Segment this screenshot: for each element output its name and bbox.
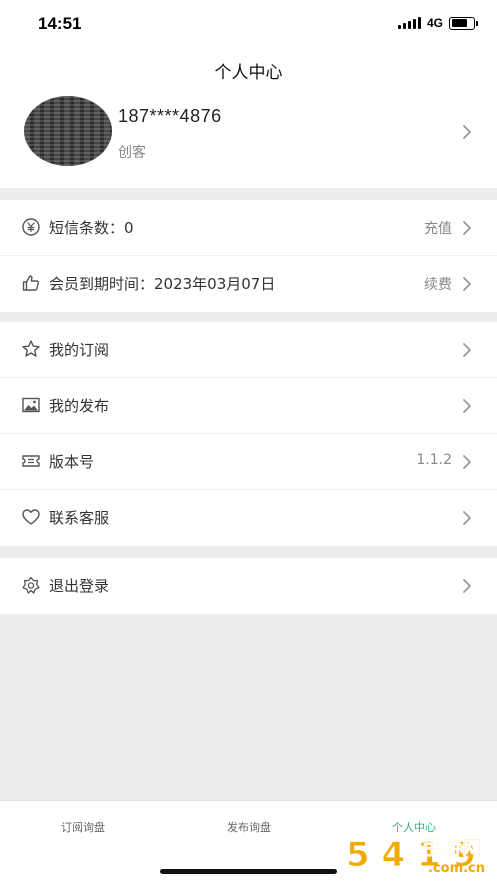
chevron-right-icon xyxy=(463,579,471,593)
chevron-right-icon xyxy=(463,455,471,469)
flower-icon xyxy=(22,576,40,594)
ticket-icon xyxy=(22,455,40,467)
account-group: 短信条数：0 充值 会员到期时间：2023年03月07日 续费 xyxy=(0,200,497,312)
nav-bar: 个人中心 xyxy=(0,48,497,92)
sms-count-row[interactable]: 短信条数：0 充值 xyxy=(0,200,497,256)
watermark-logo: 5 4 1 9 手游网 .com.cn xyxy=(346,835,486,877)
home-indicator xyxy=(160,869,337,874)
image-icon xyxy=(22,397,40,413)
chevron-right-icon xyxy=(463,399,471,413)
network-type: 4G xyxy=(426,16,443,30)
my-subscriptions-row[interactable]: 我的订阅 xyxy=(0,322,497,378)
status-bar: 14:51 4G xyxy=(0,0,497,48)
sms-count-label: 短信条数：0 xyxy=(49,219,134,237)
my-posts-row[interactable]: 我的发布 xyxy=(0,378,497,434)
logout-group: 退出登录 xyxy=(0,558,497,614)
renew-link[interactable]: 续费 xyxy=(424,274,452,294)
yen-circle-icon xyxy=(22,218,40,236)
my-posts-label: 我的发布 xyxy=(49,397,110,415)
chevron-right-icon xyxy=(463,277,471,291)
recharge-link[interactable]: 充值 xyxy=(424,218,452,238)
menu-group: 我的订阅 我的发布 版本号 1.1.2 联系客服 xyxy=(0,322,497,546)
chevron-right-icon xyxy=(463,221,471,235)
page-title: 个人中心 xyxy=(214,63,283,83)
heart-icon xyxy=(22,509,40,525)
version-value: 1.1.2 xyxy=(416,452,452,468)
watermark-domain: .com.cn xyxy=(428,861,485,876)
logout-label: 退出登录 xyxy=(49,577,110,595)
signal-icon xyxy=(397,17,421,29)
thumbs-up-icon xyxy=(22,275,40,291)
profile-role: 创客 xyxy=(118,145,146,161)
watermark-main: 手游网 xyxy=(422,835,482,859)
version-label: 版本号 xyxy=(49,453,95,471)
contact-support-row[interactable]: 联系客服 xyxy=(0,490,497,546)
version-row[interactable]: 版本号 1.1.2 xyxy=(0,434,497,490)
contact-support-label: 联系客服 xyxy=(49,509,110,527)
profile-phone: 187****4876 xyxy=(118,106,222,126)
tab-subscribed-inquiries[interactable]: 订阅询盘 xyxy=(0,819,166,835)
chevron-right-icon xyxy=(463,343,471,357)
chevron-right-icon xyxy=(463,511,471,525)
profile-card[interactable]: 187****4876 创客 xyxy=(0,92,497,188)
avatar[interactable] xyxy=(24,96,112,166)
status-indicators: 4G xyxy=(397,16,478,30)
battery-icon xyxy=(449,16,478,30)
battery-level xyxy=(451,19,468,27)
membership-expiry-row[interactable]: 会员到期时间：2023年03月07日 续费 xyxy=(0,256,497,312)
star-icon xyxy=(22,340,40,357)
logout-row[interactable]: 退出登录 xyxy=(0,558,497,614)
tab-post-inquiry[interactable]: 发布询盘 xyxy=(166,819,332,835)
my-subscriptions-label: 我的订阅 xyxy=(49,341,110,359)
chevron-right-icon xyxy=(463,125,471,139)
status-time: 14:51 xyxy=(38,14,82,33)
membership-expiry-label: 会员到期时间：2023年03月07日 xyxy=(49,275,276,293)
